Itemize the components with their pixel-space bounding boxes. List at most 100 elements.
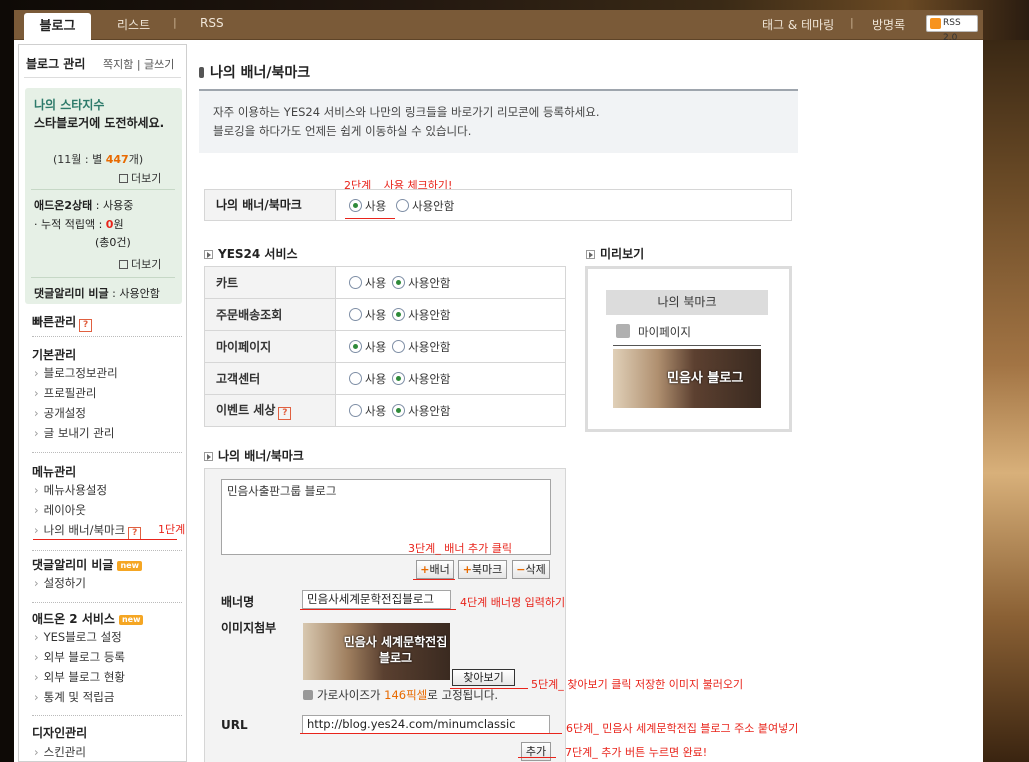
comment-alarm-status: 댓글알리미 비글 : 사용안함 <box>34 287 160 300</box>
more-icon <box>119 260 128 269</box>
basic-manage-heading: 기본관리 <box>32 348 77 362</box>
star-text: 스타블로거에 도전하세요. <box>34 116 165 130</box>
preview-banner-image[interactable]: 민음사 블로그 <box>613 349 761 408</box>
annotation-underline <box>345 218 395 219</box>
service-name: 마이페이지 <box>204 330 336 363</box>
divider <box>31 189 175 190</box>
star-status-box: 나의 스타지수 스타블로거에 도전하세요. (11월 : 별 447개) 더보기… <box>25 88 182 304</box>
service-radios: 사용 사용안함 <box>335 394 566 427</box>
use-setting-label: 나의 배너/북마크 <box>205 190 336 220</box>
sidebar-title-links[interactable]: 쪽지함 | 글쓰기 <box>103 56 174 72</box>
attached-image-preview: 민음사 세계문학전집 블로그 <box>303 623 450 680</box>
guestbook-link[interactable]: 방명록 <box>872 16 905 33</box>
divider <box>31 277 175 278</box>
sidebar-item-profile[interactable]: 프로필관리 <box>34 385 97 401</box>
url-input[interactable]: http://blog.yes24.com/minumclassic <box>302 715 550 734</box>
sidebar-item-external-register[interactable]: 외부 블로그 등록 <box>34 649 125 665</box>
addon-points: · 누적 적립액 : 0원 <box>34 218 124 231</box>
sidebar-item-yes-blog-settings[interactable]: YES블로그 설정 <box>34 629 122 645</box>
browse-button[interactable]: 찾아보기 <box>452 669 515 686</box>
sidebar-item-beagle-settings[interactable]: 설정하기 <box>34 575 86 591</box>
star-heading: 나의 스타지수 <box>34 98 105 112</box>
service-radio-off[interactable] <box>392 403 406 417</box>
sidebar-item-post-send[interactable]: 글 보내기 관리 <box>34 425 115 441</box>
service-radio-on[interactable] <box>349 371 362 385</box>
service-radio-on[interactable] <box>349 403 362 417</box>
more-icon <box>119 174 128 183</box>
sidebar-item-menu-settings[interactable]: 메뉴사용설정 <box>34 482 107 498</box>
preview-item[interactable]: 마이페이지 <box>616 324 691 340</box>
delete-button[interactable]: −삭제 <box>512 560 550 579</box>
service-radio-on[interactable] <box>349 339 362 353</box>
rss-badge[interactable]: RSS 2.0 <box>926 15 978 43</box>
table-row: 이벤트 세상? 사용 사용안함 <box>204 394 566 427</box>
design-manage-heading: 디자인관리 <box>32 726 88 740</box>
service-radios: 사용 사용안함 <box>335 330 566 363</box>
sidebar-item-skin[interactable]: 스킨관리 <box>34 744 86 760</box>
intro-box: 자주 이용하는 YES24 서비스와 나만의 링크들을 바로가기 리모콘에 등록… <box>199 89 798 153</box>
new-badge: new <box>117 561 142 571</box>
background-painting <box>983 40 1029 762</box>
divider <box>613 345 761 346</box>
service-name: 주문배송조회 <box>204 298 336 331</box>
quick-manage-heading[interactable]: 빠른관리? <box>32 313 93 332</box>
service-radio-off[interactable] <box>392 307 406 321</box>
sidebar-title: 블로그 관리 <box>26 57 86 71</box>
divider <box>32 715 182 716</box>
add-banner-button[interactable]: +배너 <box>416 560 454 579</box>
divider <box>32 602 182 603</box>
annotation-underline <box>33 539 177 540</box>
addon-status: 애드온2상태 : 사용중 <box>34 199 134 212</box>
title-bullet-icon <box>199 67 204 78</box>
star-more-link[interactable]: 더보기 <box>119 170 161 186</box>
annotation-step1: 1단계 <box>158 523 186 536</box>
annotation-underline <box>300 733 562 734</box>
add-bookmark-button[interactable]: +북마크 <box>458 560 507 579</box>
annotation-step3: 3단계_ 배너 추가 클릭 <box>408 542 512 555</box>
service-radio-off[interactable] <box>392 339 406 353</box>
info-icon <box>303 690 313 700</box>
tab-blog[interactable]: 블로그 <box>24 13 91 40</box>
service-radio-on[interactable] <box>349 275 362 289</box>
service-name: 카트 <box>204 266 336 299</box>
service-radio-off[interactable] <box>392 371 406 385</box>
sidebar-item-banner-bookmark[interactable]: 나의 배너/북마크? <box>34 522 142 540</box>
service-radios: 사용 사용안함 <box>335 362 566 395</box>
help-icon[interactable]: ? <box>79 319 93 332</box>
rss-icon <box>930 18 941 29</box>
preview-box: 나의 북마크 마이페이지 민음사 블로그 <box>585 266 792 432</box>
divider <box>32 336 182 337</box>
sidebar-item-blog-info[interactable]: 블로그정보관리 <box>34 365 118 381</box>
use-setting-radios: 사용 사용안함 <box>349 198 460 214</box>
use-radio-off[interactable] <box>396 199 409 212</box>
image-size-note: 가로사이즈가 146픽셀로 고정됩니다. <box>303 687 498 703</box>
tab-list[interactable]: 리스트 <box>117 16 150 33</box>
nav-separator: | <box>850 16 854 29</box>
sidebar-item-privacy[interactable]: 공개설정 <box>34 405 86 421</box>
use-radio-on[interactable] <box>349 199 362 212</box>
annotation-underline <box>300 609 456 610</box>
beagle-heading: 댓글알리미 비글 new <box>32 556 142 573</box>
page-title: 나의 배너/북마크 <box>199 62 310 82</box>
url-label: URL <box>221 718 248 732</box>
tab-rss[interactable]: RSS <box>200 16 224 30</box>
annotation-step4: 4단계 배너명 입력하기 <box>460 596 566 609</box>
add-button[interactable]: 추가 <box>521 742 551 761</box>
annotation-underline <box>413 579 455 580</box>
sidebar-item-stats-points[interactable]: 통계 및 적립금 <box>34 689 115 705</box>
annotation-step7: 7단계_ 추가 버튼 누르면 완료! <box>565 746 708 759</box>
service-radios: 사용 사용안함 <box>335 298 566 331</box>
table-row: 카트 사용 사용안함 <box>204 266 566 299</box>
banner-name-input[interactable]: 민음사세계문학전집블로그 <box>302 590 451 609</box>
section-arrow-icon <box>586 250 595 259</box>
annotation-underline <box>518 757 556 758</box>
service-radio-on[interactable] <box>349 307 362 321</box>
sidebar-item-external-status[interactable]: 외부 블로그 현황 <box>34 669 125 685</box>
addon-count: (총0건) <box>95 236 131 249</box>
tag-theme-link[interactable]: 태그 & 테마링 <box>762 16 834 33</box>
page-icon <box>616 324 630 338</box>
help-icon[interactable]: ? <box>278 407 292 420</box>
service-radio-off[interactable] <box>392 275 406 289</box>
addon-more-link[interactable]: 더보기 <box>119 256 161 272</box>
sidebar-item-layout[interactable]: 레이아웃 <box>34 502 86 518</box>
